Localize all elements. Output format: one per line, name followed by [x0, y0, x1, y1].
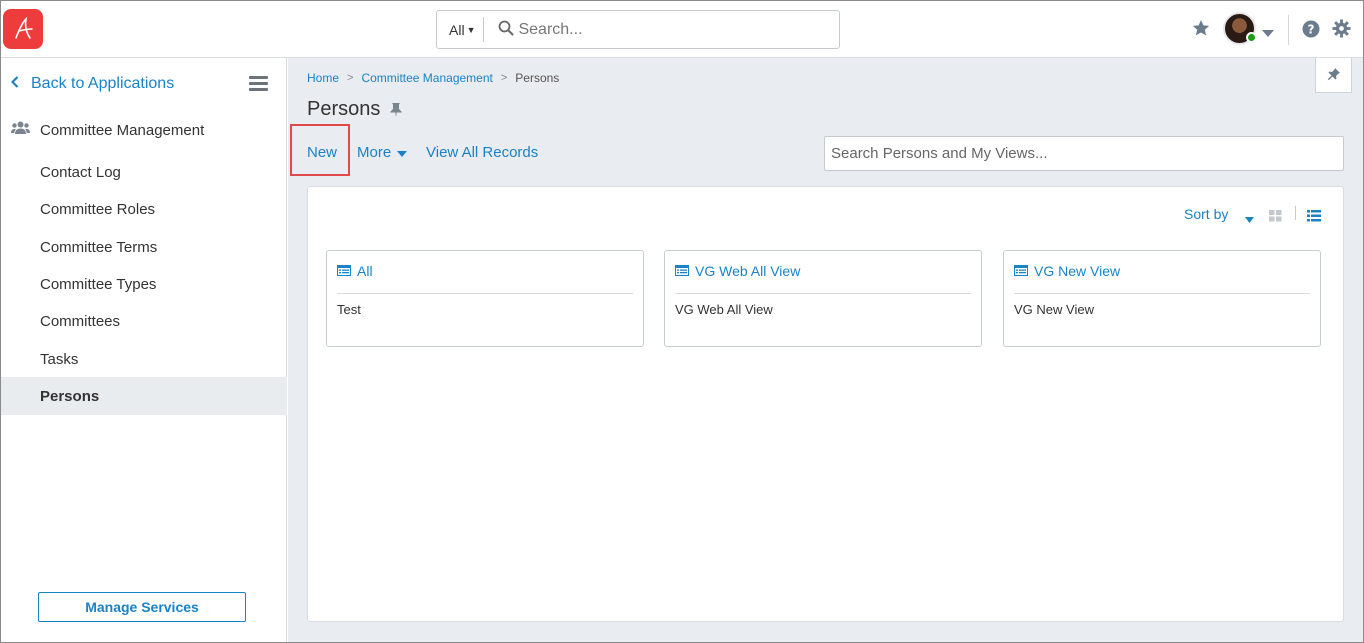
back-link-label: Back to Applications	[31, 75, 175, 92]
view-card-title-text: VG New View	[1034, 263, 1121, 279]
breadcrumb-separator-icon: >	[500, 72, 508, 84]
view-card-title[interactable]: All	[337, 263, 373, 279]
sort-by-dropdown[interactable]: Sort by	[1184, 206, 1228, 222]
sidebar-item-persons[interactable]: Persons	[1, 377, 287, 415]
new-button[interactable]: New	[307, 144, 337, 161]
view-card-description: Test	[337, 302, 361, 317]
search-scope-label: All	[449, 21, 465, 38]
menu-icon[interactable]	[249, 76, 268, 92]
sidebar-item-contact-log[interactable]: Contact Log	[1, 153, 287, 191]
view-card-title[interactable]: VG Web All View	[675, 263, 800, 279]
caret-down-icon[interactable]	[1245, 210, 1254, 226]
view-all-records-link[interactable]: View All Records	[426, 144, 538, 161]
divider	[1288, 15, 1289, 45]
help-icon[interactable]: ?	[1302, 20, 1320, 41]
pin-icon	[1327, 67, 1341, 84]
global-search-input[interactable]	[484, 11, 839, 48]
manage-services-button[interactable]: Manage Services	[38, 592, 246, 622]
breadcrumb: Home > Committee Management > Persons	[307, 71, 559, 85]
pin-panel-button[interactable]	[1315, 58, 1352, 93]
pin-icon[interactable]	[389, 102, 403, 121]
people-icon	[11, 121, 40, 139]
sidebar-item-committee-types[interactable]: Committee Types	[1, 265, 287, 303]
card-divider	[1014, 293, 1310, 294]
view-list-icon	[337, 263, 357, 279]
grid-view-icon[interactable]	[1269, 209, 1282, 225]
view-card-all[interactable]: All Test	[326, 250, 644, 347]
view-list-icon	[675, 263, 695, 279]
view-card-description: VG Web All View	[675, 302, 773, 317]
svg-text:?: ?	[1308, 23, 1315, 37]
search-scope-dropdown[interactable]: All ▼	[437, 17, 485, 42]
caret-down-icon	[391, 144, 408, 161]
list-view-icon[interactable]	[1307, 209, 1321, 225]
breadcrumb-current: Persons	[515, 71, 560, 85]
card-divider	[337, 293, 633, 294]
presence-status-dot	[1246, 32, 1257, 43]
search-icon	[498, 20, 514, 39]
more-dropdown-label: More	[357, 144, 392, 161]
toolbar-divider	[1295, 206, 1296, 220]
card-divider	[675, 293, 971, 294]
back-to-applications-link[interactable]: Back to Applications	[10, 74, 175, 94]
view-card-title[interactable]: VG New View	[1014, 263, 1120, 279]
gear-icon[interactable]	[1332, 19, 1351, 41]
sidebar-item-tasks[interactable]: Tasks	[1, 340, 287, 378]
sidebar-item-committee-terms[interactable]: Committee Terms	[1, 228, 287, 266]
views-search-input[interactable]	[824, 136, 1344, 171]
view-card-title-text: VG Web All View	[695, 263, 801, 279]
view-card-vg-web-all-view[interactable]: VG Web All View VG Web All View	[664, 250, 982, 347]
sidebar-group-label: Committee Management	[40, 121, 205, 139]
view-card-description: VG New View	[1014, 302, 1094, 317]
chevron-left-icon	[10, 75, 19, 93]
view-card-title-text: All	[357, 263, 373, 279]
caret-down-icon: ▼	[466, 24, 476, 35]
global-search-bar: All ▼	[436, 10, 840, 49]
caret-down-icon[interactable]	[1262, 25, 1274, 41]
sidebar-item-committee-roles[interactable]: Committee Roles	[1, 190, 287, 228]
sidebar-item-committees[interactable]: Committees	[1, 302, 287, 340]
sidebar-group-committee-management: Committee Management	[11, 121, 204, 139]
breadcrumb-committee-management[interactable]: Committee Management	[361, 71, 492, 85]
more-dropdown[interactable]: More	[357, 144, 408, 161]
page-title: Persons	[307, 98, 381, 120]
view-card-vg-new-view[interactable]: VG New View VG New View	[1003, 250, 1321, 347]
star-icon[interactable]	[1191, 18, 1211, 41]
breadcrumb-separator-icon: >	[347, 72, 354, 84]
view-list-icon	[1014, 263, 1034, 279]
app-logo-icon[interactable]	[3, 9, 43, 49]
breadcrumb-home[interactable]: Home	[307, 71, 339, 85]
